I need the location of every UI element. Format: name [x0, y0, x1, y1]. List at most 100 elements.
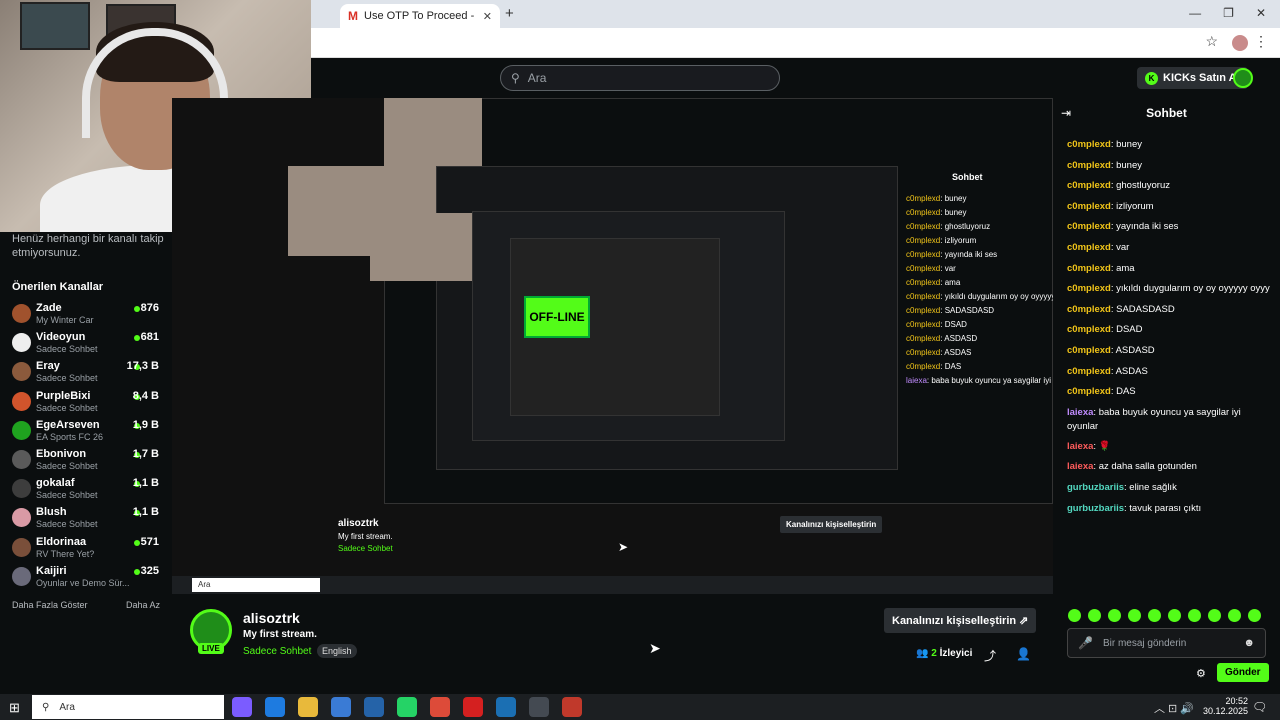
chat-username[interactable]: c0mplexd — [1067, 345, 1111, 356]
emote-icon[interactable] — [1108, 609, 1121, 622]
taskbar-app-icon[interactable] — [265, 697, 285, 717]
chat-username[interactable]: laiexa — [1067, 461, 1093, 472]
viewer-count: 👥 2 İzleyici — [916, 648, 972, 659]
taskbar-app-icon[interactable] — [397, 697, 417, 717]
minimize-icon[interactable]: — — [1189, 6, 1201, 20]
emote-icon[interactable] — [1228, 609, 1241, 622]
follow-person-icon[interactable]: 👤 — [1016, 647, 1031, 661]
taskbar-app-icon[interactable] — [331, 697, 351, 717]
search-input[interactable]: ⚲ Ara — [500, 65, 780, 91]
emote-icon[interactable] — [1168, 609, 1181, 622]
chat-username[interactable]: c0mplexd — [1067, 160, 1111, 171]
captured-chat-line: laiexa: baba buyuk oyuncu ya saygilar iy… — [906, 376, 1053, 385]
chat-username[interactable]: c0mplexd — [1067, 139, 1111, 150]
taskbar-app-icon[interactable] — [364, 697, 384, 717]
language-tag[interactable]: English — [317, 644, 357, 658]
chat-username[interactable]: c0mplexd — [1067, 366, 1111, 377]
channel-name: Blush — [36, 506, 67, 519]
recommended-channel-item[interactable]: Ebonivon Sadece Sohbet 1,7 B — [0, 446, 172, 475]
channel-category: Sadece Sohbet — [36, 461, 98, 471]
channel-viewers: 1,1 B — [132, 477, 159, 490]
recommended-channel-item[interactable]: Blush Sadece Sohbet 1,1 B — [0, 504, 172, 533]
taskbar-app-icon[interactable] — [232, 697, 252, 717]
mic-icon[interactable]: 🎤 — [1078, 636, 1093, 650]
chat-message: c0mplexd: ASDASD — [1067, 344, 1155, 356]
customize-channel-button[interactable]: Kanalınızı kişiselleştirin ⇗ — [884, 608, 1037, 633]
emote-icon[interactable] — [1128, 609, 1141, 622]
chat-text: izliyorum — [1116, 200, 1154, 212]
browser-tab[interactable]: M Use OTP To Proceed - alitip232... ✕ — [340, 4, 500, 28]
new-tab-button[interactable]: + — [505, 5, 514, 22]
emote-icon[interactable] — [1068, 609, 1081, 622]
recommended-channel-item[interactable]: Zade My Winter Car 876 — [0, 300, 172, 329]
chat-username[interactable]: laiexa — [1067, 441, 1093, 452]
taskbar-app-icon[interactable] — [562, 697, 582, 717]
send-button[interactable]: Gönder — [1217, 663, 1269, 682]
chat-username[interactable]: c0mplexd — [1067, 324, 1111, 335]
emote-icon[interactable] — [1148, 609, 1161, 622]
menu-dots-icon[interactable]: ⋮ — [1254, 33, 1268, 50]
chat-username[interactable]: c0mplexd — [1067, 263, 1111, 274]
maximize-icon[interactable]: ❐ — [1223, 6, 1234, 20]
windows-start-icon[interactable]: ⊞ — [9, 700, 20, 716]
chat-username[interactable]: c0mplexd — [1067, 180, 1111, 191]
recommended-channel-item[interactable]: Videoyun Sadece Sohbet 681 — [0, 329, 172, 358]
buy-kicks-button[interactable]: K KICKs Satın Al — [1137, 67, 1248, 89]
taskbar-app-icon[interactable] — [298, 697, 318, 717]
chat-username[interactable]: gurbuzbariis — [1067, 482, 1124, 493]
chat-username[interactable]: c0mplexd — [1067, 201, 1111, 212]
channel-avatar — [12, 420, 31, 440]
recommended-channel-item[interactable]: PurpleBixi Sadece Sohbet 8,4 B — [0, 388, 172, 417]
chat-messages: c0mplexd: buney c0mplexd: buney c0mplexd: … — [1067, 135, 1272, 519]
stream-category-link[interactable]: Sadece Sohbet — [243, 646, 311, 657]
recommended-channel-item[interactable]: EgeArseven EA Sports FC 26 1,9 B — [0, 417, 172, 446]
bookmark-star-icon[interactable]: ☆ — [1205, 33, 1218, 50]
chat-username[interactable]: gurbuzbariis — [1067, 503, 1124, 514]
show-more-link[interactable]: Daha Fazla Göster — [12, 600, 88, 610]
recommended-channel-item[interactable]: Eldorinaa RV There Yet? 571 — [0, 534, 172, 563]
emote-icon[interactable] — [1188, 609, 1201, 622]
taskbar-search[interactable]: ⚲ Ara — [32, 695, 224, 719]
taskbar-app-icon[interactable] — [496, 697, 516, 717]
notification-icon[interactable]: 🗨 — [1252, 700, 1267, 714]
chat-username[interactable]: c0mplexd — [1067, 221, 1111, 232]
taskbar-app-icon[interactable] — [463, 697, 483, 717]
system-tray-icons[interactable]: ︿ ⊡ 🔊 — [1154, 700, 1194, 716]
captured-chat-user: c0mplexd — [906, 348, 941, 357]
chat-username[interactable]: c0mplexd — [1067, 304, 1111, 315]
emote-icon[interactable] — [1248, 609, 1261, 622]
user-avatar[interactable] — [1233, 68, 1253, 88]
streamer-name[interactable]: alisoztrk — [243, 610, 300, 626]
collapse-chat-icon[interactable]: ⇥ — [1061, 106, 1071, 120]
recommended-channel-item[interactable]: Eray Sadece Sohbet 17,3 B — [0, 358, 172, 387]
close-window-icon[interactable]: ✕ — [1256, 6, 1266, 20]
video-player[interactable]: OFF-LINE Sohbet c0mplexd: buney c0mplexd:… — [172, 98, 1053, 594]
emoji-icon[interactable]: ☻ — [1243, 637, 1255, 649]
recommended-channel-item[interactable]: Kaijiri Oyunlar ve Demo Sür... 325 — [0, 563, 172, 592]
channel-category: Sadece Sohbet — [36, 373, 98, 384]
recommended-channel-item[interactable]: gokalaf Sadece Sohbet 1,1 B — [0, 475, 172, 504]
chat-username[interactable]: laiexa — [1067, 407, 1093, 418]
chat-username[interactable]: c0mplexd — [1067, 242, 1111, 253]
captured-chat-user: c0mplexd — [906, 362, 941, 371]
chat-input-placeholder: Bir mesaj gönderin — [1102, 637, 1187, 649]
search-placeholder: Ara — [527, 71, 547, 85]
chat-username[interactable]: c0mplexd — [1067, 283, 1111, 294]
captured-chat-text: buney — [944, 194, 967, 203]
chat-settings-gear-icon[interactable]: ⚙ — [1196, 667, 1206, 680]
chat-username[interactable]: c0mplexd — [1067, 386, 1111, 397]
share-icon[interactable]: ⤴ — [984, 647, 996, 664]
close-tab-icon[interactable]: ✕ — [483, 10, 492, 23]
taskbar-search-text: Ara — [59, 701, 75, 713]
chat-input[interactable]: 🎤 Bir mesaj gönderin ☻ — [1067, 628, 1266, 658]
address-bar[interactable] — [311, 28, 1280, 58]
chat-message: c0mplexd: izliyorum — [1067, 200, 1154, 212]
taskbar-clock[interactable]: 20:52 30.12.2025 — [1203, 696, 1248, 716]
emote-icon[interactable] — [1088, 609, 1101, 622]
emote-icon[interactable] — [1208, 609, 1221, 622]
show-less-link[interactable]: Daha Az — [126, 600, 160, 610]
taskbar-app-icon[interactable] — [430, 697, 450, 717]
profile-avatar[interactable] — [1232, 35, 1248, 51]
taskbar-app-icon[interactable] — [529, 697, 549, 717]
captured-chat-line: c0mplexd: ASDASD — [906, 334, 978, 343]
